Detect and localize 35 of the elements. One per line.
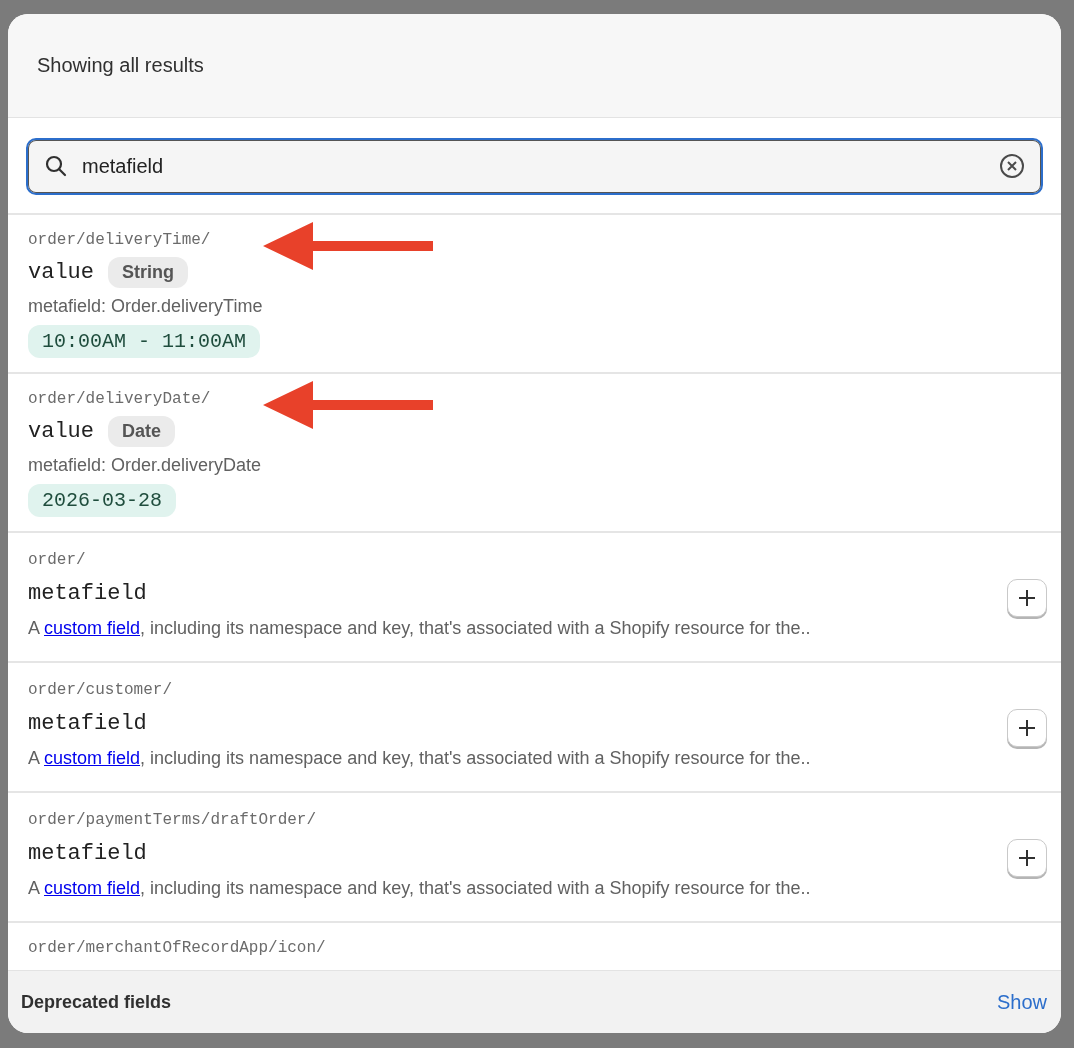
custom-field-link[interactable]: custom field bbox=[44, 618, 141, 638]
field-name: value bbox=[28, 260, 94, 285]
field-path: order/ bbox=[28, 551, 86, 569]
search-icon bbox=[44, 154, 68, 178]
field-description: A custom field, including its namespace and key, that's associated with a Shopify resource for the.. bbox=[28, 748, 812, 769]
add-button[interactable] bbox=[1007, 839, 1047, 877]
type-tag: String bbox=[108, 257, 188, 288]
field-name: metafield bbox=[28, 581, 148, 606]
field-description: A custom field, including its namespace and key, that's associated with a Shopify resource for the.. bbox=[28, 878, 812, 899]
field-path: order/deliveryDate/ bbox=[28, 390, 211, 408]
show-link[interactable]: Show bbox=[996, 990, 1047, 1014]
field-name: metafield bbox=[28, 841, 148, 866]
type-tag: Date bbox=[108, 416, 176, 447]
custom-field-link[interactable]: custom field bbox=[44, 748, 141, 768]
field-path: order/deliveryTime/ bbox=[28, 231, 211, 249]
search-field[interactable]: metafield bbox=[26, 138, 1043, 195]
field-description: A custom field, including its namespace and key, that's associated with a Shopify resource for the.. bbox=[28, 618, 812, 639]
add-button[interactable] bbox=[1007, 709, 1047, 747]
field-path: order/paymentTerms/draftOrder/ bbox=[28, 811, 317, 829]
custom-field-link[interactable]: custom field bbox=[44, 878, 141, 898]
plus-icon bbox=[1018, 849, 1036, 867]
clear-icon[interactable] bbox=[999, 153, 1025, 179]
field-path: order/customer/ bbox=[28, 681, 173, 699]
sample-value: 2026-03-28 bbox=[28, 484, 177, 517]
field-name: metafield bbox=[28, 711, 148, 736]
plus-icon bbox=[1018, 719, 1036, 737]
source-label: metafield: Order.deliveryTime bbox=[28, 296, 264, 317]
field-name: value bbox=[28, 419, 94, 444]
source-label: metafield: Order.deliveryDate bbox=[28, 455, 263, 476]
field-path: order/merchantOfRecordApp/icon/ bbox=[28, 939, 326, 957]
deprecated-label: Deprecated fields bbox=[21, 991, 172, 1013]
plus-icon bbox=[1018, 589, 1036, 607]
add-button[interactable] bbox=[1007, 579, 1047, 617]
dialog-title: Showing all results bbox=[37, 54, 204, 77]
sample-value: 10:00AM - 11:00AM bbox=[28, 325, 261, 358]
